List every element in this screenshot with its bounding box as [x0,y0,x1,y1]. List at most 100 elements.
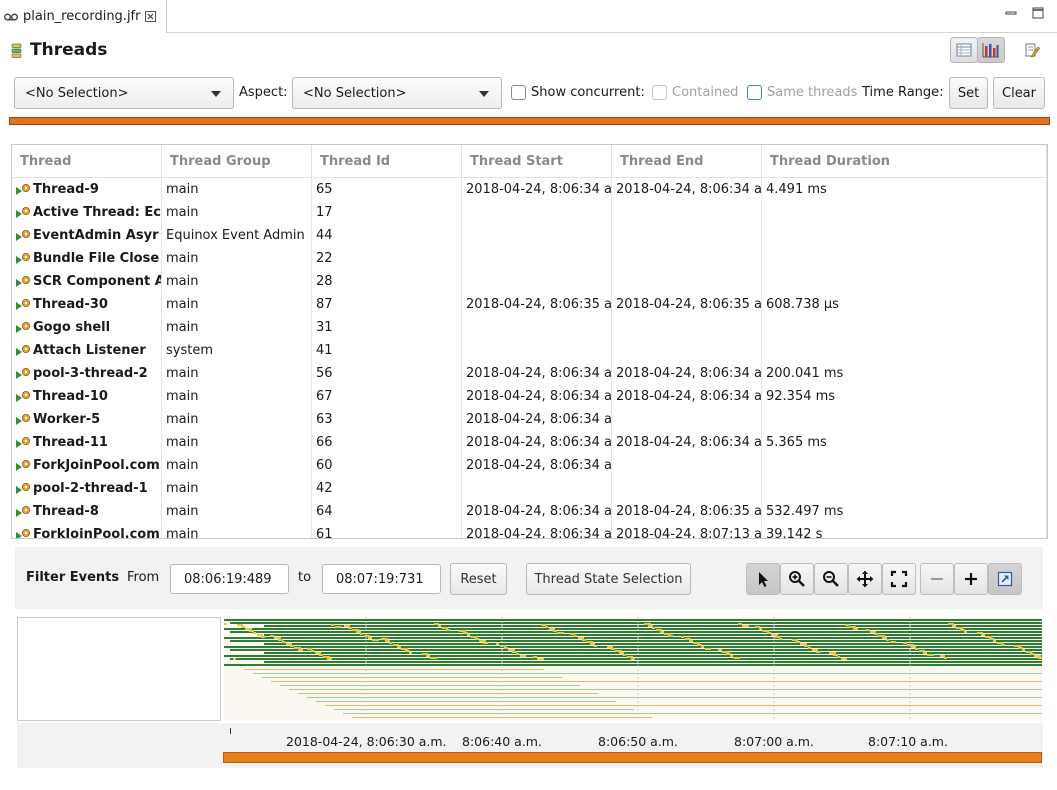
lane-bar [224,637,1042,639]
thread-activity-timeline[interactable] [224,617,1042,721]
table-cell: 200.041 ms [762,362,1047,385]
table-cell: 67 [312,385,462,408]
lane-segment [286,643,292,645]
table-cell: main [162,523,312,538]
thread-name: SCR Component A [33,274,162,289]
table-row[interactable]: ForkJoinPool.com main 60 2018-04-24, 8:06:3… [12,454,1047,477]
lane-segment [401,648,408,650]
table-row[interactable]: Attach Listener system 41 [12,339,1047,362]
time-range-bar[interactable] [9,117,1050,125]
increase-button[interactable] [954,563,988,595]
table-row[interactable]: Active Thread: Ec main 17 [12,201,1047,224]
table-row[interactable]: Thread-30 main 87 2018-04-24, 8:06:35 a 2018… [12,293,1047,316]
zoom-out-button[interactable] [814,563,848,595]
lane-segment [331,624,334,626]
lane-segment [956,627,963,629]
editor-tab[interactable]: plain_recording.jfr [0,0,167,33]
table-row[interactable]: SCR Component Amain 28 [12,270,1047,293]
lane-segment [903,642,907,644]
lane-segment [689,640,693,642]
table-cell: Active Thread: Ec [12,201,162,224]
clear-button[interactable]: Clear [993,77,1045,109]
table-row[interactable]: Thread-8 main 64 2018-04-24, 8:06:34 a 2018-… [12,500,1047,523]
lane-segment [327,658,332,660]
lane-segment [352,629,359,631]
table-row[interactable]: Thread-9 main 65 2018-04-24, 8:06:34 a 2018-… [12,178,1047,201]
lane-segment [549,628,555,630]
decrease-button[interactable] [920,563,954,595]
column-header[interactable]: Thread Group [162,145,312,178]
lane-segment [1038,657,1042,659]
lane-bar [307,697,1042,698]
from-time-field[interactable]: 08:06:19:489 [170,564,289,594]
to-time-field[interactable]: 08:07:19:731 [322,564,441,594]
maximize-icon[interactable] [1031,6,1045,20]
table-cell: 2018-04-24, 8:06:34 a [462,385,612,408]
table-cell [612,339,762,362]
table-cell: Attach Listener [12,339,162,362]
lane-segment [607,646,613,648]
table-cell: ForkJoinPool.com [12,454,162,477]
close-icon[interactable] [145,11,157,22]
reset-button[interactable]: Reset [450,563,507,595]
edit-page-button[interactable] [1019,38,1045,62]
thread-name: pool-3-thread-2 [33,366,148,381]
thread-name: Active Thread: Ec [33,205,161,220]
table-cell: 2018-04-24, 8:06:35 a [462,293,612,316]
table-row[interactable]: pool-2-thread-1 main 42 [12,477,1047,500]
minimize-icon[interactable] [1004,6,1018,20]
export-button[interactable] [988,563,1022,595]
show-concurrent-checkbox[interactable] [511,85,526,100]
lane-bar [325,705,1042,706]
table-row[interactable]: Worker-5 main 63 2018-04-24, 8:06:34 a [12,408,1047,431]
table-row[interactable]: Thread-10 main 67 2018-04-24, 8:06:34 a 2018… [12,385,1047,408]
pan-button[interactable] [848,563,882,595]
thread-icon [16,229,30,241]
lane-bar [224,664,1042,666]
lane-segment [841,658,847,660]
table-row[interactable]: EventAdmin Asyr Equinox Event Admin 44 [12,224,1047,247]
same-threads-checkbox[interactable] [747,85,762,100]
column-header[interactable]: Thread Id [312,145,462,178]
set-button[interactable]: Set [949,77,988,109]
table-row[interactable]: Gogo shell main 31 [12,316,1047,339]
lane-segment [590,643,595,645]
selection-combo[interactable]: <No Selection> [14,77,234,109]
lane-segment [775,636,780,638]
lane-bar [253,673,1042,674]
table-cell [462,224,612,247]
column-header[interactable]: Thread End [612,145,762,178]
timeline-range-bar[interactable] [223,752,1042,763]
thread-state-selection-button[interactable]: Thread State Selection [526,563,691,595]
lane-segment [274,637,281,639]
table-row[interactable]: ForkJoinPool.com main 61 2018-04-24, 8:06:3… [12,523,1047,538]
table-cell: main [162,316,312,339]
table-cell [762,339,1047,362]
lane-segment [500,645,506,647]
table-row[interactable]: pool-3-thread-2 main 56 2018-04-24, 8:06:34… [12,362,1047,385]
column-header[interactable]: Thread Start [462,145,612,178]
pointer-tool-button[interactable] [746,563,780,595]
lane-segment [405,650,410,652]
table-icon [956,43,972,57]
table-row[interactable]: Bundle File Close main 22 [12,247,1047,270]
lane-segment [763,630,769,632]
threads-table: Thread Thread Group Thread Id Thread Start T… [11,144,1048,539]
fit-button[interactable] [882,563,916,595]
lane-segment [816,651,820,653]
lane-segment [311,650,314,652]
aspect-combo[interactable]: <No Selection> [292,77,502,109]
thread-icon [16,206,30,218]
lane-segment [545,626,548,628]
lane-segment [919,650,925,652]
table-cell [762,201,1047,224]
table-cell: 2018-04-24, 8:06:34 a [612,385,762,408]
column-header[interactable]: Thread [12,145,162,178]
contained-checkbox[interactable] [652,85,667,100]
table-view-button[interactable] [950,37,978,63]
zoom-in-button[interactable] [780,563,814,595]
table-row[interactable]: Thread-11 main 66 2018-04-24, 8:06:34 a 2018… [12,431,1047,454]
lane-segment [866,629,869,631]
chart-view-button[interactable] [977,37,1005,63]
column-header[interactable]: Thread Duration [762,145,1047,178]
